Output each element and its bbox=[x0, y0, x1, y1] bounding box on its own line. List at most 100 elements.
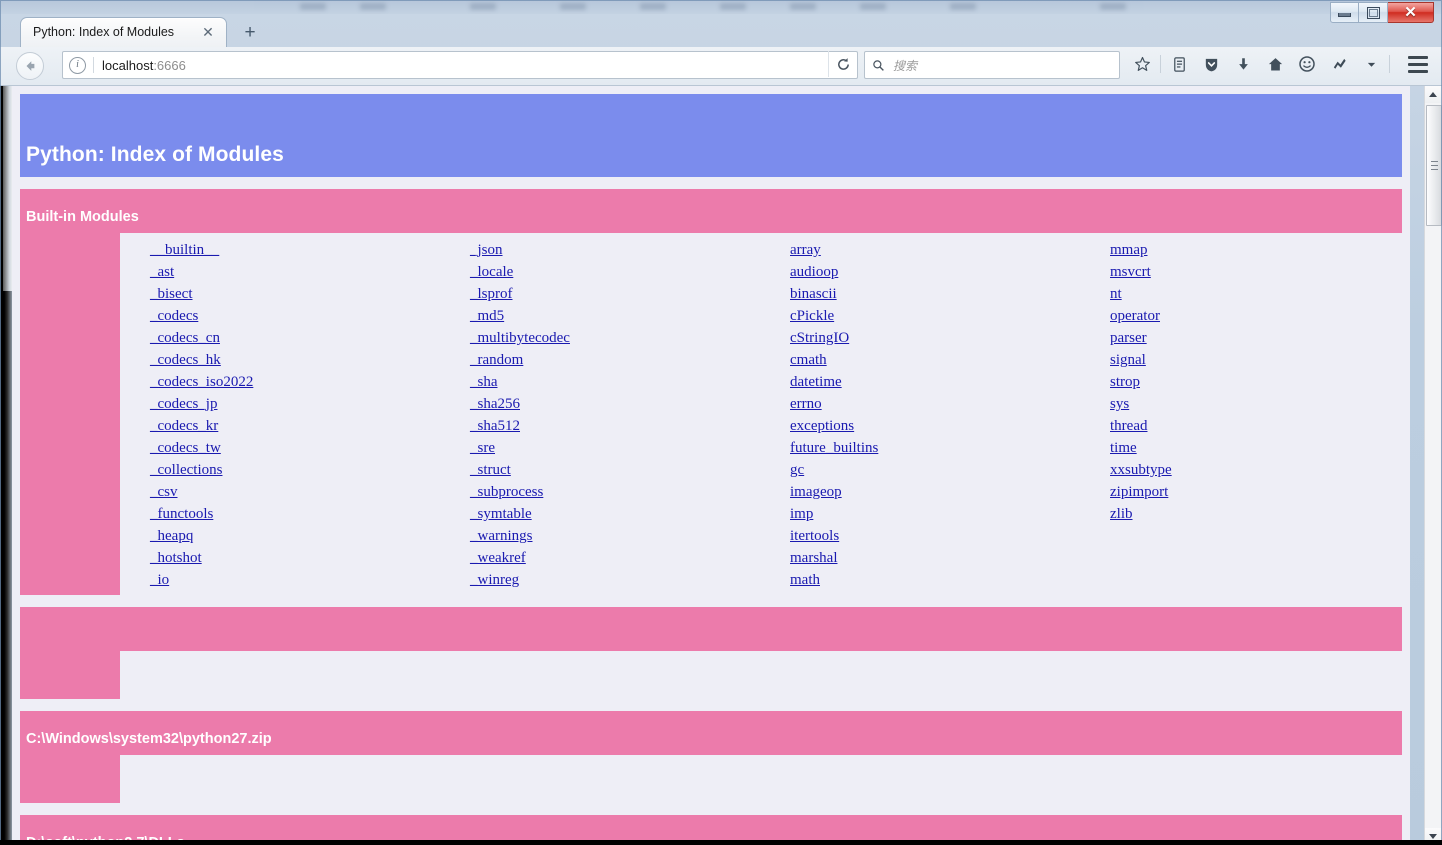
pocket-shield-icon[interactable] bbox=[1195, 51, 1227, 77]
module-link[interactable]: time bbox=[1110, 437, 1400, 459]
module-link[interactable]: _weakref bbox=[470, 547, 760, 569]
site-info-icon[interactable]: i bbox=[69, 56, 86, 74]
module-link[interactable]: cStringIO bbox=[790, 327, 1080, 349]
module-link[interactable]: _sre bbox=[470, 437, 760, 459]
section-heading-text: C:\Windows\system32\python27.zip bbox=[26, 731, 272, 747]
module-link[interactable]: exceptions bbox=[790, 415, 1080, 437]
close-icon: ✕ bbox=[1404, 4, 1417, 21]
module-link[interactable]: _json bbox=[470, 239, 760, 261]
module-link[interactable]: _random bbox=[470, 349, 760, 371]
module-link[interactable]: _csv bbox=[150, 481, 440, 503]
module-link[interactable]: _subprocess bbox=[470, 481, 760, 503]
module-link[interactable]: signal bbox=[1110, 349, 1400, 371]
module-link[interactable]: zlib bbox=[1110, 503, 1400, 525]
module-column-3: array audioop binascii cPickle cStringIO… bbox=[760, 239, 1080, 591]
tab-close-icon[interactable]: ✕ bbox=[200, 24, 216, 40]
module-link[interactable]: _warnings bbox=[470, 525, 760, 547]
module-link[interactable]: _ast bbox=[150, 261, 440, 283]
reader-list-icon[interactable] bbox=[1163, 51, 1195, 77]
restore-button[interactable] bbox=[1359, 2, 1388, 23]
module-link[interactable]: mmap bbox=[1110, 239, 1400, 261]
module-link[interactable]: parser bbox=[1110, 327, 1400, 349]
module-link[interactable]: _multibytecodec bbox=[470, 327, 760, 349]
module-link[interactable]: cmath bbox=[790, 349, 1080, 371]
new-tab-button[interactable]: + bbox=[239, 23, 261, 43]
module-link[interactable]: binascii bbox=[790, 283, 1080, 305]
module-link[interactable]: _io bbox=[150, 569, 440, 591]
module-link[interactable]: _sha bbox=[470, 371, 760, 393]
module-link[interactable]: _symtable bbox=[470, 503, 760, 525]
page-content: Python: Index of Modules Built-in Module… bbox=[12, 86, 1410, 845]
module-link[interactable]: _codecs_iso2022 bbox=[150, 371, 440, 393]
module-link[interactable]: xxsubtype bbox=[1110, 459, 1400, 481]
search-input-placeholder[interactable]: 搜索 bbox=[893, 57, 917, 74]
section-header bbox=[20, 607, 1402, 651]
home-icon[interactable] bbox=[1259, 51, 1291, 77]
downloads-arrow-icon[interactable] bbox=[1227, 51, 1259, 77]
module-link[interactable]: msvcrt bbox=[1110, 261, 1400, 283]
module-link[interactable]: array bbox=[790, 239, 1080, 261]
module-link[interactable]: _codecs_kr bbox=[150, 415, 440, 437]
module-link[interactable]: audioop bbox=[790, 261, 1080, 283]
module-link[interactable]: imageop bbox=[790, 481, 1080, 503]
section-body bbox=[20, 651, 1402, 699]
section-gutter bbox=[20, 233, 120, 595]
module-link[interactable]: _heapq bbox=[150, 525, 440, 547]
browser-window: ✕ Python: Index of Modules ✕ + i localho… bbox=[0, 0, 1442, 845]
module-link[interactable]: _sha256 bbox=[470, 393, 760, 415]
module-link[interactable]: sys bbox=[1110, 393, 1400, 415]
module-link[interactable]: _collections bbox=[150, 459, 440, 481]
search-icon bbox=[873, 59, 884, 71]
module-link[interactable]: _codecs bbox=[150, 305, 440, 327]
module-link[interactable]: _winreg bbox=[470, 569, 760, 591]
addon-icon[interactable] bbox=[1323, 51, 1355, 77]
overflow-chevron-icon[interactable] bbox=[1355, 51, 1387, 77]
module-link[interactable]: operator bbox=[1110, 305, 1400, 327]
module-link[interactable]: cPickle bbox=[790, 305, 1080, 327]
module-link[interactable]: _lsprof bbox=[470, 283, 760, 305]
module-link[interactable]: _sha512 bbox=[470, 415, 760, 437]
module-link[interactable]: nt bbox=[1110, 283, 1400, 305]
module-link[interactable]: _functools bbox=[150, 503, 440, 525]
url-text: localhost:6666 bbox=[102, 58, 186, 73]
tab-python-index-of-modules[interactable]: Python: Index of Modules ✕ bbox=[20, 17, 227, 48]
module-link[interactable]: zipimport bbox=[1110, 481, 1400, 503]
module-link[interactable]: _hotshot bbox=[150, 547, 440, 569]
scrollbar-thumb[interactable] bbox=[1426, 105, 1442, 226]
module-link[interactable]: _codecs_tw bbox=[150, 437, 440, 459]
module-link[interactable]: _bisect bbox=[150, 283, 440, 305]
module-link[interactable]: datetime bbox=[790, 371, 1080, 393]
module-link[interactable]: future_builtins bbox=[790, 437, 1080, 459]
vertical-scrollbar[interactable] bbox=[1424, 86, 1442, 845]
module-link[interactable]: itertools bbox=[790, 525, 1080, 547]
module-link[interactable]: thread bbox=[1110, 415, 1400, 437]
hamburger-menu-icon[interactable] bbox=[1408, 56, 1428, 73]
back-button[interactable] bbox=[16, 52, 44, 80]
module-link[interactable]: _struct bbox=[470, 459, 760, 481]
module-link[interactable]: __builtin__ bbox=[150, 239, 440, 261]
module-link[interactable]: math bbox=[790, 569, 1080, 591]
module-link[interactable]: _locale bbox=[470, 261, 760, 283]
minimize-button[interactable] bbox=[1330, 2, 1359, 23]
window-edge-artifact bbox=[0, 86, 12, 845]
module-link[interactable]: _md5 bbox=[470, 305, 760, 327]
scroll-up-arrow-icon[interactable] bbox=[1425, 86, 1441, 103]
module-link[interactable]: _codecs_cn bbox=[150, 327, 440, 349]
module-link[interactable]: _codecs_hk bbox=[150, 349, 440, 371]
module-columns bbox=[120, 755, 1402, 803]
module-link[interactable]: strop bbox=[1110, 371, 1400, 393]
page-viewport: Python: Index of Modules Built-in Module… bbox=[12, 86, 1410, 845]
close-button[interactable]: ✕ bbox=[1388, 2, 1434, 23]
module-link[interactable]: marshal bbox=[790, 547, 1080, 569]
sync-smiley-icon[interactable] bbox=[1291, 51, 1323, 77]
module-link[interactable]: _codecs_jp bbox=[150, 393, 440, 415]
module-link[interactable]: imp bbox=[790, 503, 1080, 525]
module-link[interactable]: errno bbox=[790, 393, 1080, 415]
module-link[interactable]: gc bbox=[790, 459, 1080, 481]
bookmark-star-icon[interactable] bbox=[1126, 51, 1158, 77]
section-header: C:\Windows\system32\python27.zip bbox=[20, 711, 1402, 755]
search-bar[interactable]: 搜索 bbox=[864, 51, 1120, 79]
section-gutter bbox=[20, 651, 120, 699]
reload-button[interactable] bbox=[828, 51, 857, 77]
address-bar[interactable]: i localhost:6666 bbox=[62, 51, 858, 79]
